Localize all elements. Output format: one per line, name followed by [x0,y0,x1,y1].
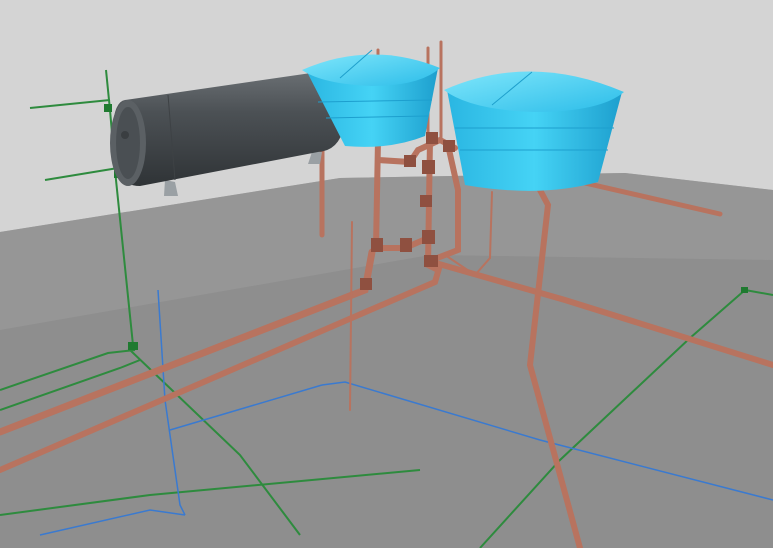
fitting-1 [371,238,383,252]
fitting-7 [443,140,455,152]
fitting-5 [404,155,416,167]
fitting-10 [360,278,372,290]
green-fitting-4 [741,287,748,293]
fitting-9 [420,195,432,207]
heater-port [121,131,129,139]
fitting-3 [422,230,435,244]
water-tank-right [444,71,624,191]
fitting-2 [400,238,412,252]
fitting-6 [426,132,438,144]
fitting-8 [424,255,438,267]
fitting-4 [422,160,435,174]
plumbing-3d-scene [0,0,773,548]
green-fitting-3 [128,342,138,350]
green-fitting-1 [104,104,112,112]
3d-viewport[interactable] [0,0,773,548]
heater-end-cap-rim [116,107,140,179]
